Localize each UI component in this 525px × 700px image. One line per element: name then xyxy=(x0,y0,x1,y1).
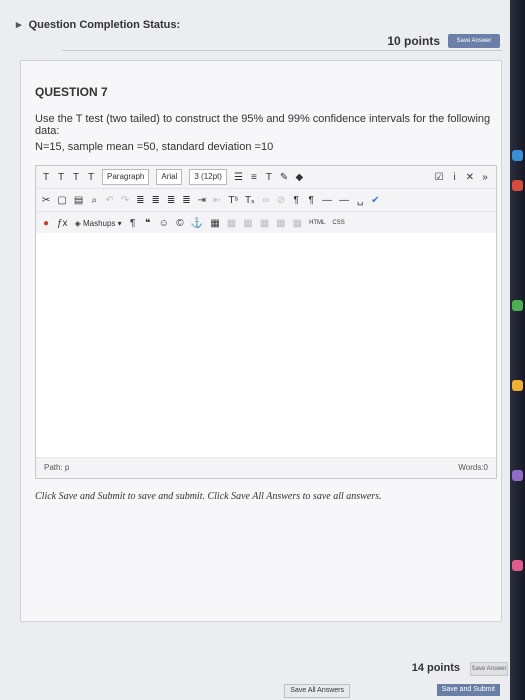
align-center-icon[interactable]: ≣ xyxy=(151,195,159,206)
editor-text-area[interactable] xyxy=(36,233,496,458)
text-color-icon[interactable]: T xyxy=(265,172,273,183)
format-select[interactable]: Paragraph xyxy=(102,169,150,185)
paragraph-icon[interactable]: ¶ xyxy=(129,218,137,229)
question-title: QUESTION 7 xyxy=(35,85,108,99)
record-icon[interactable]: ● xyxy=(42,218,50,229)
text-style-icon-3[interactable]: T xyxy=(72,172,80,183)
dock-app-icon-5[interactable] xyxy=(512,470,523,481)
spellcheck-icon[interactable]: ☑ xyxy=(435,172,444,183)
find-icon[interactable]: ⌕ xyxy=(90,195,98,206)
mashups-menu[interactable]: ◈ Mashups ▾ xyxy=(75,219,122,228)
collapse-icon[interactable]: » xyxy=(481,172,489,183)
expand-arrow-icon[interactable]: ▸ xyxy=(16,19,22,31)
ltr-icon[interactable]: ¶ xyxy=(292,195,300,206)
redo-icon[interactable]: ↷ xyxy=(121,195,129,206)
align-left-icon[interactable]: ≣ xyxy=(136,195,144,206)
bullet-list-icon[interactable]: ☰ xyxy=(234,172,243,183)
save-and-submit-button[interactable]: Save and Submit xyxy=(436,684,500,696)
css-button[interactable]: CSS xyxy=(332,220,344,226)
question-data: N=15, sample mean =50, standard deviatio… xyxy=(35,141,274,153)
clear-format-icon[interactable]: ◆ xyxy=(295,172,303,183)
html-button[interactable]: HTML xyxy=(309,220,325,226)
dock xyxy=(510,0,525,700)
text-style-icon-2[interactable]: T xyxy=(57,172,65,183)
dock-app-icon-3[interactable] xyxy=(512,300,523,311)
cut-icon[interactable]: ✂ xyxy=(42,195,50,206)
screen: ▸ Question Completion Status: 10 points … xyxy=(0,0,510,700)
paste-icon[interactable]: ▤ xyxy=(74,195,83,206)
table-icon[interactable]: ▦ xyxy=(210,218,219,229)
line-icon[interactable]: — xyxy=(339,195,349,206)
save-answer-button[interactable]: Save Answer xyxy=(470,662,508,676)
toolbar-row-3: ● ƒx ◈ Mashups ▾ ¶ ❝ ☺ © ⚓ ▦ ▦ ▦ ▦ ▦ ▦ H… xyxy=(36,212,496,235)
dock-app-icon-6[interactable] xyxy=(512,560,523,571)
answer-editor[interactable]: T T T T Paragraph Arial 3 (12pt) ☰ ≡ T ✎… xyxy=(35,165,497,479)
dock-app-icon-2[interactable] xyxy=(512,180,523,191)
expand-icon[interactable]: ✕ xyxy=(466,172,474,183)
quote-icon[interactable]: ❝ xyxy=(144,218,152,229)
size-select[interactable]: 3 (12pt) xyxy=(189,169,227,185)
spellcheck-dropdown-icon[interactable]: ✔ xyxy=(371,195,379,206)
question-footer: 14 points Save Answer xyxy=(20,660,508,678)
emoticon-icon[interactable]: ☺ xyxy=(159,218,169,229)
submit-button-row: Save All Answers Save and Submit xyxy=(20,684,500,698)
save-all-answers-button[interactable]: Save All Answers xyxy=(284,684,350,698)
path-label: Path: p xyxy=(44,463,70,472)
word-count: Words:0 xyxy=(458,463,488,472)
italic-icon[interactable]: i xyxy=(451,172,459,183)
text-style-icon-1[interactable]: T xyxy=(42,172,50,183)
points-label: 14 points xyxy=(411,662,460,674)
anchor-icon[interactable]: ⚓ xyxy=(191,218,203,229)
outdent-icon[interactable]: ⇤ xyxy=(213,195,221,206)
dock-app-icon-1[interactable] xyxy=(512,150,523,161)
copy-icon[interactable]: ▢ xyxy=(57,195,66,206)
mashups-icon: ◈ xyxy=(74,218,81,228)
align-right-icon[interactable]: ≣ xyxy=(167,195,175,206)
undo-icon[interactable]: ↶ xyxy=(105,195,113,206)
save-answer-button-top[interactable]: Save Answer xyxy=(448,34,500,48)
align-justify-icon[interactable]: ≣ xyxy=(182,195,190,206)
split-cells-icon[interactable]: ▦ xyxy=(293,218,302,229)
function-icon[interactable]: ƒx xyxy=(57,218,68,229)
previous-points-label: 10 points xyxy=(387,34,440,48)
mashups-label: Mashups xyxy=(82,218,116,228)
toolbar-row-1: T T T T Paragraph Arial 3 (12pt) ☰ ≡ T ✎… xyxy=(36,166,496,189)
toolbar-row-2: ✂ ▢ ▤ ⌕ ↶ ↷ ≣ ≣ ≣ ≣ ⇥ ⇤ Tˢ Tₛ ∞ ⊘ ¶ ¶ — … xyxy=(36,189,496,212)
completion-status-label: Question Completion Status: xyxy=(28,19,181,31)
nonbreaking-space-icon[interactable]: ␣ xyxy=(356,195,364,206)
table-tools-icon[interactable]: ▦ xyxy=(227,218,236,229)
table-row-icon[interactable]: ▦ xyxy=(243,218,252,229)
superscript-icon[interactable]: Tˢ xyxy=(228,195,238,206)
text-style-icon-4[interactable]: T xyxy=(87,172,95,183)
subscript-icon[interactable]: Tₛ xyxy=(245,195,255,206)
symbol-icon[interactable]: © xyxy=(176,218,184,229)
dock-app-icon-4[interactable] xyxy=(512,380,523,391)
indent-icon[interactable]: ⇥ xyxy=(198,195,206,206)
table-column-icon[interactable]: ▦ xyxy=(260,218,269,229)
editor-status-bar: Path: p Words:0 xyxy=(36,457,496,478)
horizontal-rule-icon[interactable]: — xyxy=(322,195,332,206)
instructions-text: Click Save and Submit to save and submit… xyxy=(35,491,382,502)
merge-cells-icon[interactable]: ▦ xyxy=(276,218,285,229)
highlight-icon[interactable]: ✎ xyxy=(280,172,288,183)
numbered-list-icon[interactable]: ≡ xyxy=(250,172,258,183)
previous-question-footer: 10 points Save Answer xyxy=(62,34,502,51)
link-icon[interactable]: ∞ xyxy=(262,195,270,206)
question-text: Use the T test (two tailed) to construct… xyxy=(35,113,491,137)
font-select[interactable]: Arial xyxy=(156,169,183,185)
unlink-icon[interactable]: ⊘ xyxy=(277,195,285,206)
question-panel: QUESTION 7 Use the T test (two tailed) t… xyxy=(20,60,502,622)
rtl-icon[interactable]: ¶ xyxy=(307,195,315,206)
